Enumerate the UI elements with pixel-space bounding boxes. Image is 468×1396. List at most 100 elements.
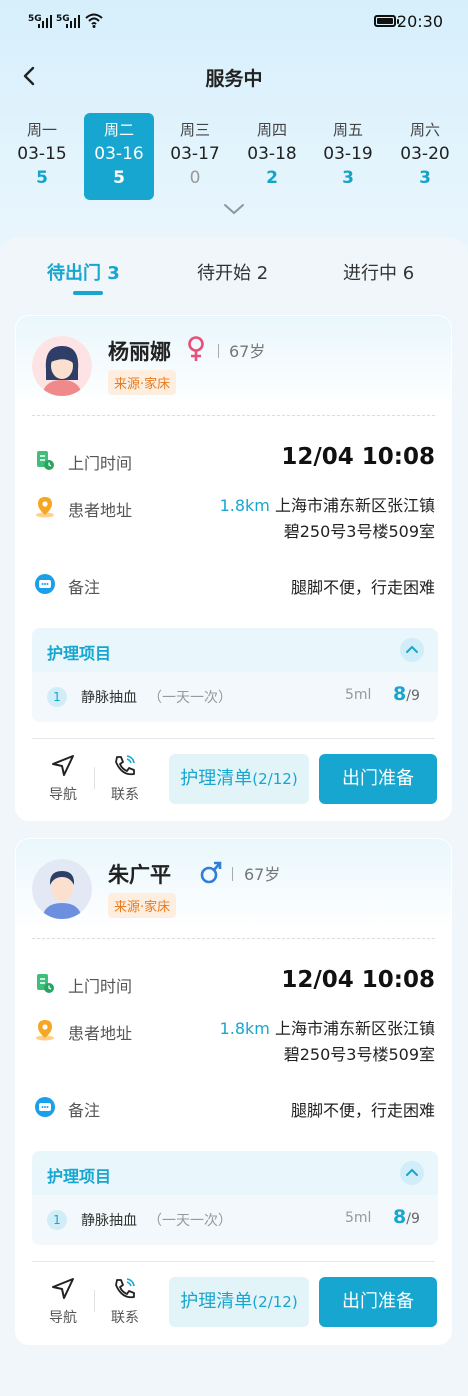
distance: 1.8km (219, 1019, 270, 1038)
day-date: 03-15 (17, 144, 67, 164)
message-icon (35, 1097, 55, 1117)
divider (218, 344, 219, 358)
day-date: 03-18 (247, 144, 297, 164)
day-weekday: 周四 (256, 121, 287, 139)
clock-icon (37, 974, 54, 993)
source-tag: 来源·家床 (108, 370, 177, 395)
visit-time-value: 12/04 10:08 (281, 967, 435, 993)
day-item[interactable]: 周三 03-17 0 (160, 113, 230, 200)
day-item-selected[interactable]: 周二 03-16 5 (84, 113, 154, 200)
nav-bar: 服务中 (0, 56, 468, 96)
week-selector: 周一 03-15 5 周二 03-16 5 周三 03-17 0 周四 03-1… (0, 113, 468, 203)
day-weekday: 周六 (409, 121, 440, 139)
item-frequency: （一天一次） (148, 690, 232, 706)
item-total: /9 (406, 1211, 420, 1227)
navigate-label: 导航 (49, 787, 77, 803)
patient-age: 67岁 (244, 865, 281, 884)
battery-icon (374, 15, 396, 27)
care-items-box: 护理项目 1 静脉抽血 （一天一次） 5ml 8/9 (32, 1151, 438, 1245)
item-done: 8 (393, 1206, 407, 1228)
item-name: 静脉抽血 (81, 1213, 137, 1229)
care-list-button[interactable]: 护理清单(2/12) (169, 1277, 309, 1327)
care-items-title: 护理项目 (47, 644, 112, 663)
female-icon (188, 336, 204, 361)
visit-time-value: 12/04 10:08 (281, 444, 435, 470)
contact-button[interactable]: 联系 (105, 754, 145, 804)
chevron-up-icon[interactable] (400, 638, 424, 662)
contact-button[interactable]: 联系 (105, 1277, 145, 1327)
tab-pending-departure[interactable]: 待出门 3 (47, 259, 120, 285)
address-line2: 碧250号3号楼509室 (283, 1045, 435, 1064)
divider (94, 1290, 95, 1312)
note-label: 备注 (68, 578, 101, 597)
address-value: 1.8km 上海市浦东新区张江镇 碧250号3号楼509室 (220, 1016, 435, 1068)
day-date: 03-16 (94, 144, 144, 164)
care-items-header[interactable]: 护理项目 (32, 628, 438, 672)
tab-pending-start[interactable]: 待开始 2 (197, 259, 268, 285)
care-items-header[interactable]: 护理项目 (32, 1151, 438, 1195)
note-value: 腿脚不便，行走困难 (290, 578, 435, 597)
order-card: 杨丽娜 67岁 来源·家床 上门时间 12/04 10:08 患者地址 1.8k… (15, 315, 452, 821)
day-count: 3 (419, 168, 431, 188)
day-weekday: 周五 (332, 121, 363, 139)
day-date: 03-17 (170, 144, 220, 164)
tab-in-progress[interactable]: 进行中 6 (343, 259, 414, 285)
navigate-button[interactable]: 导航 (43, 1277, 83, 1327)
navigation-arrow-icon (52, 755, 74, 776)
order-panel: 待出门 3 待开始 2 进行中 6 杨丽娜 67岁 来源·家床 上门时间 12/… (0, 237, 468, 1396)
day-item[interactable]: 周一 03-15 5 (7, 113, 77, 200)
signal-icon (66, 15, 80, 28)
order-card: 朱广平 67岁 来源·家床 上门时间 12/04 10:08 患者地址 1.8k… (15, 838, 452, 1345)
care-list-count: (2/12) (252, 1293, 298, 1311)
chevron-down-icon[interactable] (222, 202, 246, 216)
visit-time-label: 上门时间 (68, 977, 133, 996)
clock-icon (37, 451, 54, 470)
clock: 20:30 (396, 12, 443, 31)
navigation-arrow-icon (52, 1278, 74, 1299)
day-item[interactable]: 周六 03-20 3 (390, 113, 460, 200)
day-weekday: 周三 (179, 121, 210, 139)
address-line1: 上海市浦东新区张江镇 (274, 1019, 435, 1038)
divider (32, 1261, 435, 1262)
divider (32, 738, 435, 739)
distance: 1.8km (219, 496, 270, 515)
navigate-button[interactable]: 导航 (43, 754, 83, 804)
day-count: 0 (189, 168, 201, 188)
address-line1: 上海市浦东新区张江镇 (274, 496, 435, 515)
care-items-box: 护理项目 1 静脉抽血 （一天一次） 5ml 8/9 (32, 628, 438, 722)
divider (32, 415, 435, 416)
item-name: 静脉抽血 (81, 690, 137, 706)
contact-label: 联系 (111, 1310, 139, 1326)
item-number: 1 (47, 687, 67, 707)
contact-label: 联系 (111, 787, 139, 803)
go-ready-button[interactable]: 出门准备 (319, 754, 437, 804)
address-value: 1.8km 上海市浦东新区张江镇 碧250号3号楼509室 (220, 493, 435, 545)
location-pin-icon (36, 497, 54, 518)
go-ready-button[interactable]: 出门准备 (319, 1277, 437, 1327)
day-date: 03-19 (323, 144, 373, 164)
day-item[interactable]: 周四 03-18 2 (237, 113, 307, 200)
item-progress: 8/9 (393, 683, 420, 705)
day-count: 2 (266, 168, 278, 188)
item-number: 1 (47, 1210, 67, 1230)
day-date: 03-20 (400, 144, 450, 164)
page-title: 服务中 (205, 68, 263, 90)
day-item[interactable]: 周五 03-19 3 (313, 113, 383, 200)
phone-icon (115, 755, 135, 776)
day-count: 3 (342, 168, 354, 188)
chevron-up-icon[interactable] (400, 1161, 424, 1185)
day-weekday: 周一 (26, 121, 57, 139)
signal-icon (38, 15, 52, 28)
address-label: 患者地址 (68, 501, 133, 520)
patient-name: 朱广平 (108, 863, 171, 887)
item-amount: 5ml (345, 687, 372, 703)
male-icon (200, 861, 222, 884)
day-count: 5 (113, 168, 125, 188)
divider (32, 938, 435, 939)
address-line2: 碧250号3号楼509室 (283, 522, 435, 541)
location-pin-icon (36, 1020, 54, 1041)
item-amount: 5ml (345, 1210, 372, 1226)
care-list-button[interactable]: 护理清单(2/12) (169, 754, 309, 804)
wifi-icon (85, 13, 103, 28)
note-label: 备注 (68, 1101, 101, 1120)
